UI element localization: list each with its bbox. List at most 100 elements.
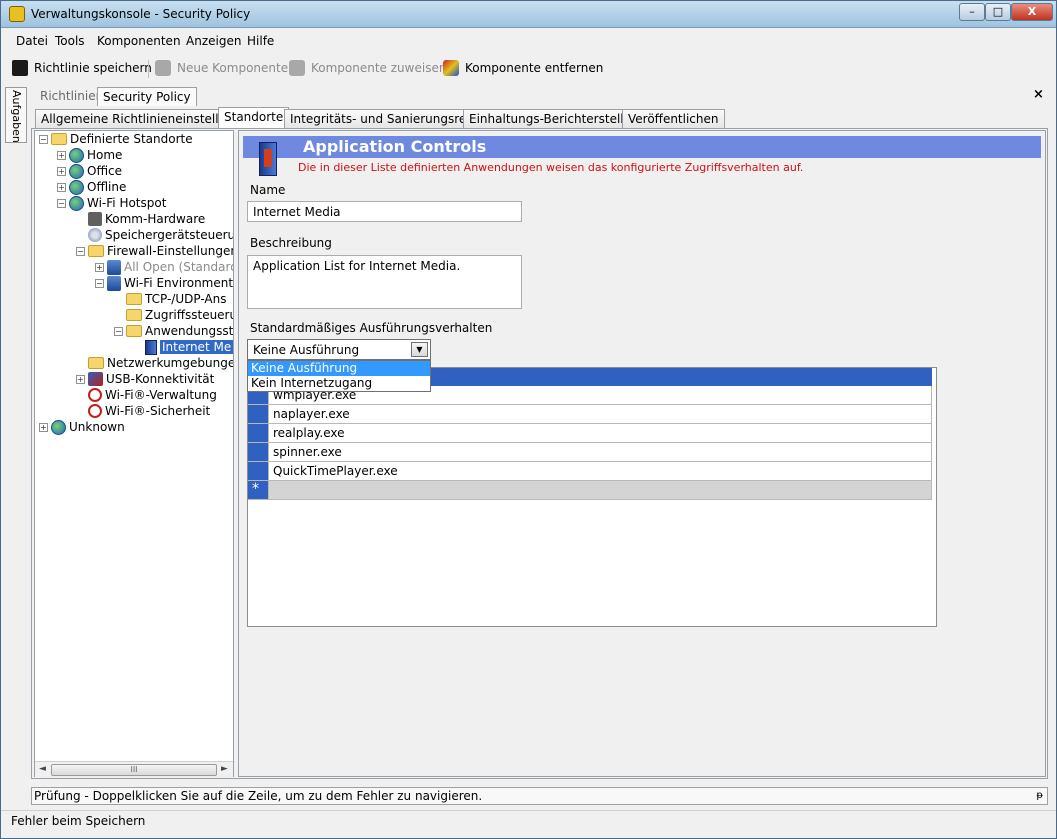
table-row[interactable]: QuickTimePlayer.exe [248, 462, 932, 481]
tree-node-label: Wi-Fi Hotspot [87, 196, 167, 210]
grid-cell[interactable]: naplayer.exe [268, 405, 932, 423]
table-row[interactable]: spinner.exe [248, 443, 932, 462]
tasks-side-tab[interactable]: Aufgaben [5, 87, 27, 143]
tree-node[interactable]: + Offline [57, 179, 126, 195]
row-header[interactable] [248, 405, 268, 423]
save-policy-button[interactable]: Richtlinie speichern [12, 60, 152, 76]
location-tree[interactable]: − Definierte Standorte + Home + Office + Offlin… [34, 130, 234, 777]
tree-node[interactable]: Komm-Hardware [76, 211, 205, 227]
grid-cell[interactable]: QuickTimePlayer.exe [268, 462, 932, 480]
status-bar: Fehler beim Speichern [1, 810, 1056, 838]
name-field[interactable]: Internet Media [247, 201, 522, 222]
tree-node-label: USB-Konnektivität [106, 372, 215, 386]
tree-node[interactable]: + USB-Konnektivität [76, 371, 214, 387]
tree-horizontal-scrollbar[interactable]: ◄ III ► [35, 761, 233, 777]
tree-node-label: Wi-Fi Environment [124, 276, 234, 290]
assign-component-button[interactable]: Komponente zuweisen [289, 60, 446, 76]
tree-node[interactable]: Internet Me [133, 339, 233, 355]
new-row[interactable]: * [248, 481, 932, 500]
tree-node[interactable]: − Wi-Fi Hotspot [57, 195, 166, 211]
new-row-asterisk-icon: * [252, 481, 259, 497]
title-bar[interactable]: Verwaltungskonsole - Security Policy – □… [1, 1, 1056, 28]
tree-node[interactable]: − Wi-Fi Environment [95, 275, 233, 291]
expand-icon[interactable]: + [39, 422, 48, 432]
tab-security-policy[interactable]: Security Policy [97, 87, 197, 106]
tree-node-label: Komm-Hardware [105, 212, 206, 226]
tree-node[interactable]: + Unknown [39, 419, 125, 435]
collapse-icon[interactable]: − [76, 246, 85, 256]
floppy-disk-icon [12, 60, 28, 76]
row-header[interactable]: * [248, 481, 268, 499]
expand-icon[interactable]: + [57, 166, 66, 176]
scroll-right-icon[interactable]: ► [221, 764, 228, 774]
grid-cell[interactable]: spinner.exe [268, 443, 932, 461]
collapse-icon[interactable]: − [114, 326, 123, 336]
description-field[interactable]: Application List for Internet Media. [247, 255, 522, 309]
row-header[interactable] [248, 462, 268, 480]
validation-panel[interactable]: Prüfung - Doppelklicken Sie auf die Zeil… [31, 787, 1048, 805]
table-row[interactable]: realplay.exe [248, 424, 932, 443]
wifi-icon [88, 404, 102, 418]
tree-node[interactable]: TCP-/UDP-Ans [114, 291, 226, 307]
assign-icon [289, 60, 305, 76]
tree-node[interactable]: + All Open (Standard) [95, 259, 233, 275]
tree-node[interactable]: + Home [57, 147, 122, 163]
tab-locations[interactable]: Standorte [218, 107, 290, 129]
row-header[interactable] [248, 443, 268, 461]
expand-icon[interactable]: + [95, 262, 104, 272]
menu-tools[interactable]: Tools [55, 34, 85, 48]
close-document-button[interactable]: × [1033, 87, 1044, 102]
tab-publish[interactable]: Veröffentlichen [622, 109, 725, 129]
tree-node[interactable]: Speichergerätsteuerun [76, 227, 234, 243]
tree-node[interactable]: Wi-Fi®-Sicherheit [76, 403, 210, 419]
tree-node-label: Wi-Fi®-Sicherheit [105, 404, 211, 418]
row-header[interactable] [248, 424, 268, 442]
maximize-button[interactable]: □ [985, 3, 1011, 21]
menu-komponenten[interactable]: Komponenten [97, 34, 181, 48]
application-grid[interactable]: wmplayer.exe naplayer.exe realplay.exe s… [247, 367, 937, 627]
chevron-down-icon[interactable]: ▼ [411, 342, 428, 357]
dropdown-option[interactable]: Kein Internetzugang [248, 376, 430, 391]
grid-cell[interactable] [268, 481, 932, 499]
toolbar-separator [148, 60, 149, 78]
pin-icon[interactable]: ᵽ [1036, 790, 1043, 801]
scroll-left-icon[interactable]: ◄ [39, 764, 46, 774]
tree-node[interactable]: − Firewall-Einstellungen [76, 243, 233, 259]
tree-node-label: Netzwerkumgebungen [107, 356, 234, 370]
collapse-icon[interactable]: − [39, 134, 48, 144]
remove-component-button[interactable]: Komponente entfernen [443, 60, 603, 76]
close-button[interactable]: X [1011, 3, 1053, 21]
grid-cell[interactable]: realplay.exe [268, 424, 932, 442]
menu-hilfe[interactable]: Hilfe [247, 34, 274, 48]
book-icon [145, 339, 157, 355]
scroll-thumb[interactable]: III [51, 764, 217, 776]
tree-node[interactable]: + Office [57, 163, 122, 179]
minimize-button[interactable]: – [959, 3, 985, 21]
collapse-icon[interactable]: − [57, 198, 66, 208]
menu-bar: Datei Tools Komponenten Anzeigen Hilfe [1, 30, 1056, 52]
expand-icon[interactable]: + [57, 150, 66, 160]
tree-node[interactable]: − Definierte Standorte [39, 131, 193, 147]
tree-node-label: Speichergerätsteuerun [105, 228, 234, 242]
tree-node[interactable]: Wi-Fi®-Verwaltung [76, 387, 217, 403]
new-component-button[interactable]: Neue Komponente [155, 60, 288, 76]
expand-icon[interactable]: + [57, 182, 66, 192]
collapse-icon[interactable]: − [95, 278, 104, 288]
tree-node-label: Office [87, 164, 123, 178]
behavior-dropdown-list[interactable]: Keine Ausführung Kein Internetzugang [247, 360, 431, 392]
tree-node[interactable]: Zugriffssteuerun [114, 307, 233, 323]
table-row[interactable]: naplayer.exe [248, 405, 932, 424]
behavior-select[interactable]: Keine Ausführung ▼ [247, 339, 431, 360]
tree-node-label: Wi-Fi®-Verwaltung [105, 388, 217, 402]
tree-node[interactable]: − Anwendungsste [114, 323, 234, 339]
expand-icon[interactable]: + [76, 374, 85, 384]
tree-node[interactable]: Netzwerkumgebungen [76, 355, 234, 371]
dropdown-option[interactable]: Keine Ausführung [248, 361, 430, 376]
tree-node-label: Anwendungsste [145, 324, 234, 338]
menu-anzeigen[interactable]: Anzeigen [186, 34, 241, 48]
app-icon [9, 6, 25, 22]
menu-datei[interactable]: Datei [16, 34, 48, 48]
wifi-icon [88, 388, 102, 402]
